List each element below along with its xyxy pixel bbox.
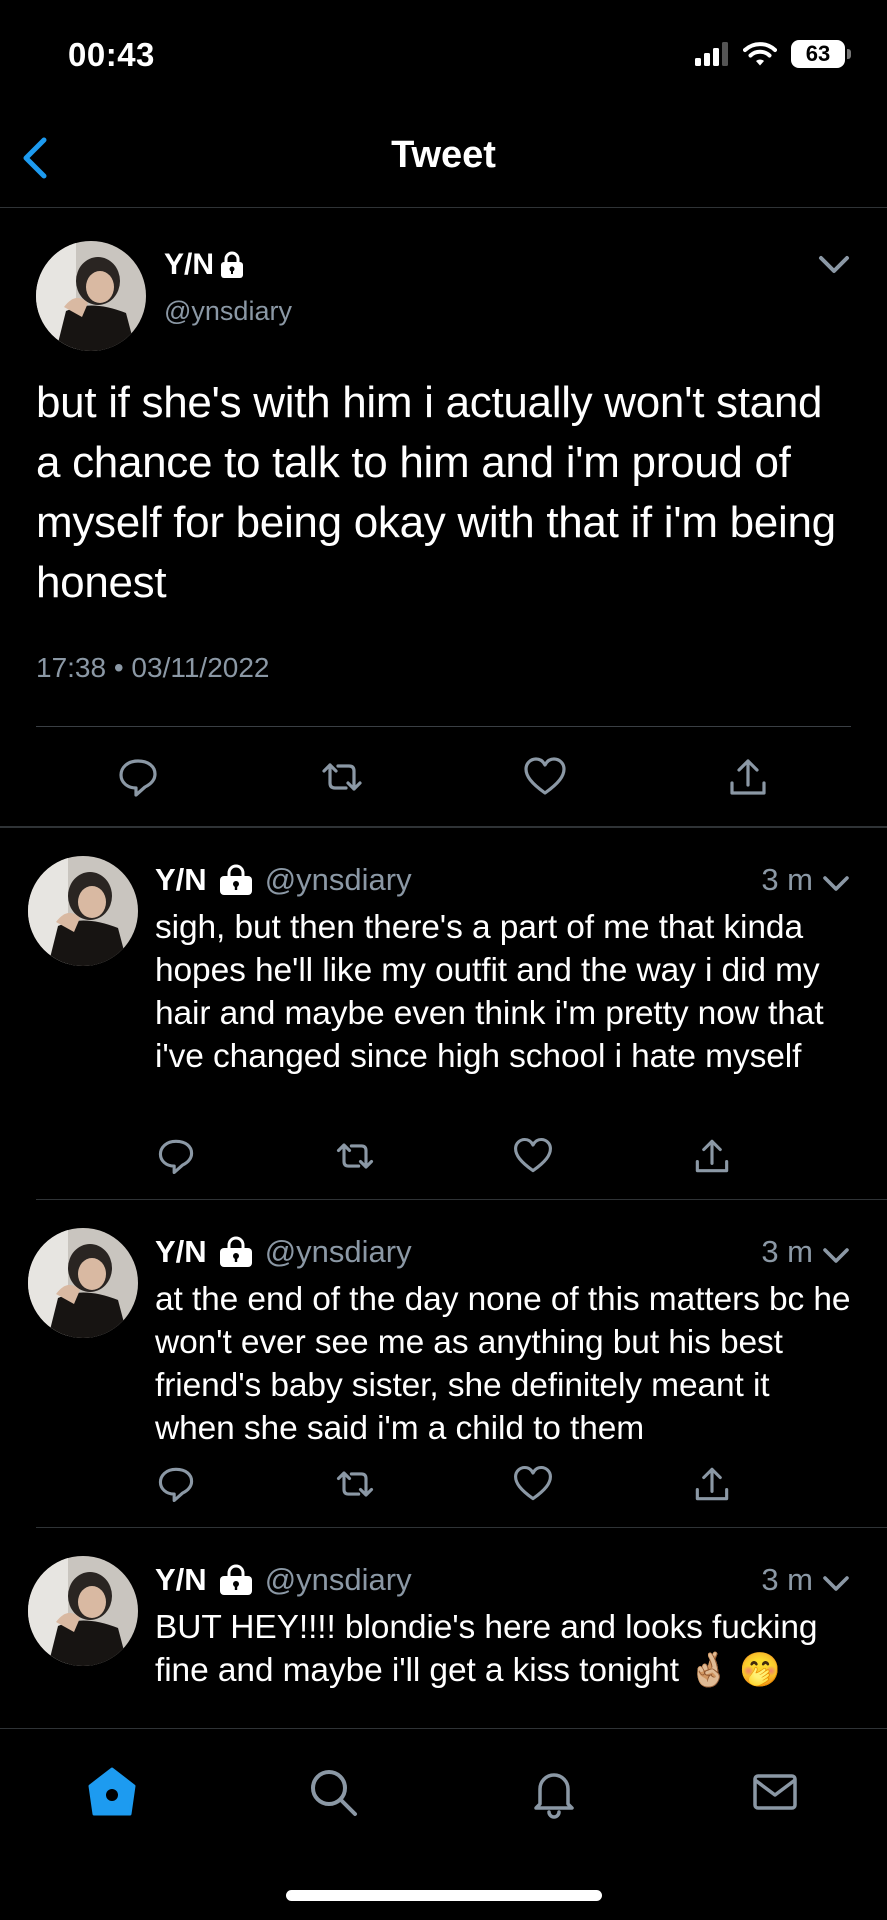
retweet-icon xyxy=(318,753,366,801)
like-button[interactable] xyxy=(511,1134,555,1178)
home-icon xyxy=(84,1764,140,1820)
tab-notifications[interactable] xyxy=(526,1764,582,1820)
reply-header: Y/N @ynsdiary xyxy=(155,862,412,898)
reply-options-button[interactable] xyxy=(819,866,853,900)
chevron-down-icon xyxy=(819,1238,853,1272)
chevron-down-icon xyxy=(813,243,855,285)
reply-icon xyxy=(154,1462,198,1506)
battery-level: 63 xyxy=(805,41,831,66)
tab-home[interactable] xyxy=(84,1764,140,1820)
reply-tweet[interactable]: Y/N @ynsdiary 3 m BUT HEY!!!! blondie's … xyxy=(0,1532,887,1728)
battery-indicator: 63 xyxy=(791,40,851,68)
reply-button[interactable] xyxy=(114,753,162,801)
divider xyxy=(36,1199,887,1200)
reply-button[interactable] xyxy=(154,1462,198,1506)
lock-icon xyxy=(219,1236,253,1268)
like-button[interactable] xyxy=(521,753,569,801)
status-icons: 63 xyxy=(695,40,851,68)
like-button[interactable] xyxy=(511,1462,555,1506)
reply-time: 3 m xyxy=(761,862,813,897)
reply-options-button[interactable] xyxy=(819,1566,853,1600)
avatar[interactable] xyxy=(28,856,138,966)
avatar[interactable] xyxy=(28,1556,138,1666)
messages-icon xyxy=(747,1764,803,1820)
reply-tweet[interactable]: Y/N @ynsdiary 3 m sigh, but then there's… xyxy=(0,832,887,1200)
author-handle: @ynsdiary xyxy=(264,1562,412,1597)
share-button[interactable] xyxy=(690,1462,734,1506)
avatar[interactable] xyxy=(28,1228,138,1338)
share-icon xyxy=(690,1134,734,1178)
author-name: Y/N xyxy=(164,248,244,282)
author-name: Y/N xyxy=(155,1234,207,1269)
share-icon xyxy=(724,753,772,801)
status-bar: 00:43 63 xyxy=(0,0,887,100)
page-title: Tweet xyxy=(391,134,496,176)
tweet-text: but if she's with him i actually won't s… xyxy=(36,378,836,607)
notifications-icon xyxy=(526,1764,582,1820)
author-name: Y/N xyxy=(155,862,207,897)
avatar[interactable] xyxy=(36,241,146,351)
author-handle: @ynsdiary xyxy=(164,296,292,326)
reply-button[interactable] xyxy=(154,1134,198,1178)
share-button[interactable] xyxy=(690,1134,734,1178)
app: 00:43 63 Tweet Y/N @ynsdiary but if she'… xyxy=(0,0,887,1920)
author-handle: @ynsdiary xyxy=(264,1234,412,1269)
reply-actions xyxy=(0,1134,887,1184)
reply-time: 3 m xyxy=(761,1562,813,1597)
lock-icon xyxy=(220,251,244,279)
reply-text: BUT HEY!!!! blondie's here and looks fuc… xyxy=(155,1609,818,1689)
chevron-down-icon xyxy=(819,866,853,900)
divider xyxy=(36,726,851,727)
retweet-button[interactable] xyxy=(318,753,366,801)
wifi-icon xyxy=(743,41,777,67)
lock-icon xyxy=(219,864,253,896)
retweet-icon xyxy=(333,1134,377,1178)
reply-header: Y/N @ynsdiary xyxy=(155,1234,412,1270)
nav-header: Tweet xyxy=(0,110,887,208)
author-name-label: Y/N xyxy=(164,248,215,281)
home-indicator[interactable] xyxy=(286,1890,602,1901)
retweet-button[interactable] xyxy=(333,1134,377,1178)
tab-search[interactable] xyxy=(305,1764,361,1820)
like-icon xyxy=(511,1134,555,1178)
reply-icon xyxy=(114,753,162,801)
share-icon xyxy=(690,1462,734,1506)
reply-time: 3 m xyxy=(761,1234,813,1269)
tab-messages[interactable] xyxy=(747,1764,803,1820)
tweet-timestamp: 17:38 • 03/11/2022 xyxy=(36,652,270,683)
signal-icon xyxy=(695,42,729,66)
tweet-options-button[interactable] xyxy=(813,243,855,285)
reply-header: Y/N @ynsdiary xyxy=(155,1562,412,1598)
main-tweet: Y/N @ynsdiary but if she's with him i ac… xyxy=(0,208,887,828)
tweet-actions xyxy=(0,753,887,813)
status-time: 00:43 xyxy=(68,36,155,73)
reply-options-button[interactable] xyxy=(819,1238,853,1272)
like-icon xyxy=(511,1462,555,1506)
retweet-button[interactable] xyxy=(333,1462,377,1506)
author-name: Y/N xyxy=(155,1562,207,1597)
like-icon xyxy=(521,753,569,801)
reply-text: sigh, but then there's a part of me that… xyxy=(155,909,824,1075)
retweet-icon xyxy=(333,1462,377,1506)
author-handle: @ynsdiary xyxy=(264,862,412,897)
reply-actions xyxy=(0,1462,887,1512)
reply-icon xyxy=(154,1134,198,1178)
divider xyxy=(36,1527,887,1528)
lock-icon xyxy=(219,1564,253,1596)
reply-text: at the end of the day none of this matte… xyxy=(155,1281,851,1447)
reply-tweet[interactable]: Y/N @ynsdiary 3 m at the end of the day … xyxy=(0,1204,887,1528)
search-icon xyxy=(305,1764,361,1820)
chevron-down-icon xyxy=(819,1566,853,1600)
share-button[interactable] xyxy=(724,753,772,801)
